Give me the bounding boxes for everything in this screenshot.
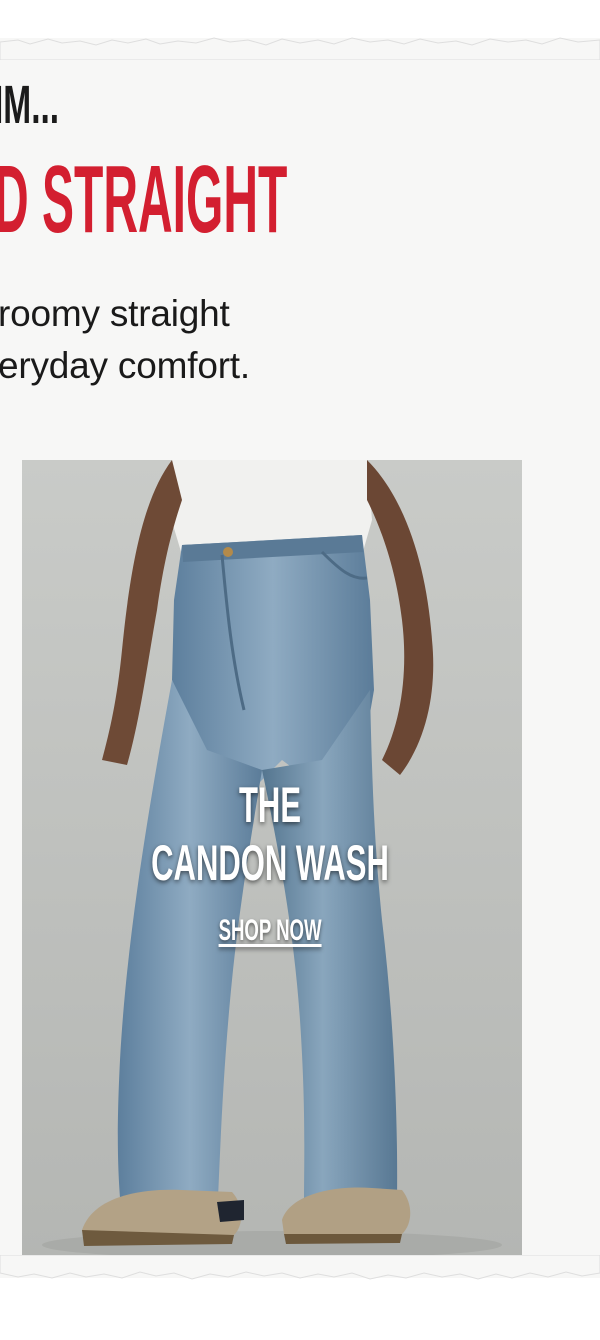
torn-paper-top-edge (0, 37, 600, 60)
body-copy-line-2: eryday comfort. (0, 344, 250, 386)
headline-line-1: IM... (0, 75, 60, 135)
shop-now-link[interactable]: SHOP NOW (218, 914, 321, 948)
body-copy: roomy straight eryday comfort. (0, 288, 250, 392)
product-title-line-2: CANDON WASH (151, 835, 389, 891)
product-title-line-1: THE (239, 777, 301, 833)
product-overlay: THE CANDON WASH SHOP NOW (0, 780, 540, 948)
headline-line-2: D STRAIGHT (0, 146, 288, 253)
body-copy-line-1: roomy straight (0, 293, 230, 334)
torn-paper-bottom-edge (0, 1255, 600, 1280)
